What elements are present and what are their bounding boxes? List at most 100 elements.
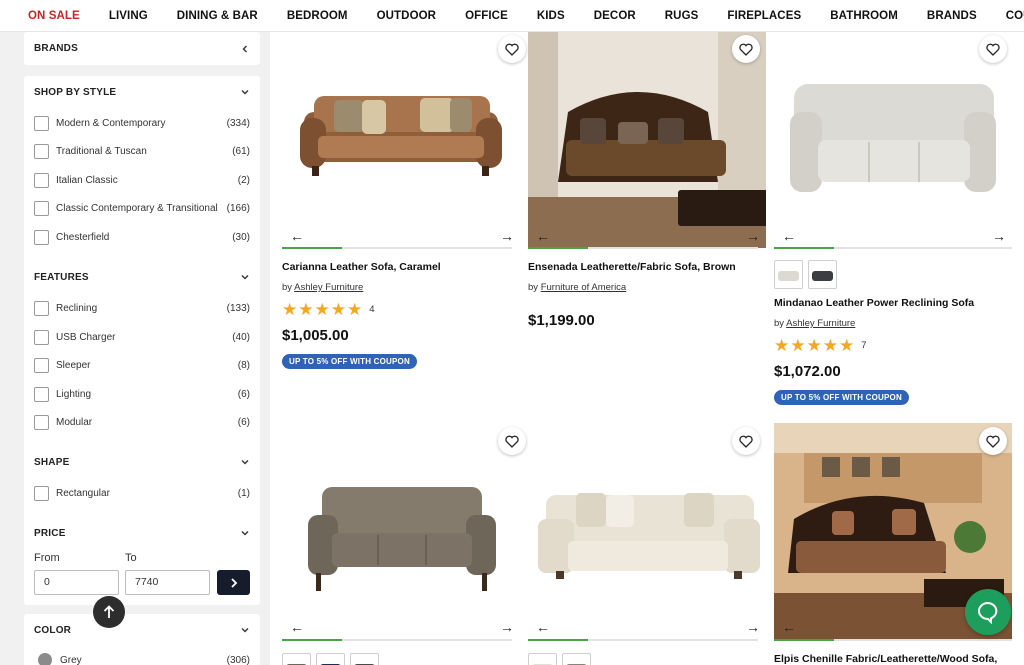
product-image[interactable] bbox=[774, 32, 1012, 248]
color-variant-thumb[interactable] bbox=[282, 653, 311, 665]
features-filter-header[interactable]: FEATURES bbox=[34, 261, 250, 293]
image-carousel-progress bbox=[528, 639, 758, 641]
rating-stars[interactable]: ★ ★ ★ ★ ★ 7 bbox=[774, 337, 867, 354]
nav-bedroom[interactable]: BEDROOM bbox=[287, 10, 348, 22]
checkbox[interactable] bbox=[34, 143, 49, 159]
features-filter-title: FEATURES bbox=[34, 271, 89, 283]
product-title[interactable]: Mindanao Leather Power Reclining Sofa bbox=[774, 297, 974, 309]
nav-kids[interactable]: KIDS bbox=[537, 10, 565, 22]
nav-living[interactable]: LIVING bbox=[109, 10, 148, 22]
favorite-button[interactable] bbox=[498, 35, 526, 63]
arrow-right-icon[interactable]: → bbox=[500, 228, 514, 244]
feature-option[interactable]: Sleeper (8) bbox=[34, 356, 250, 374]
checkbox[interactable] bbox=[34, 329, 49, 345]
price-from-input[interactable]: 0 bbox=[34, 570, 119, 595]
favorite-button[interactable] bbox=[498, 427, 526, 455]
feature-option[interactable]: Reclining (133) bbox=[34, 299, 250, 317]
arrow-right-icon[interactable]: → bbox=[746, 228, 760, 244]
checkbox[interactable] bbox=[34, 357, 49, 373]
chat-button[interactable] bbox=[965, 589, 1011, 635]
product-card[interactable]: ← → bbox=[282, 423, 526, 665]
checkbox[interactable] bbox=[34, 200, 49, 216]
favorite-button[interactable] bbox=[979, 35, 1007, 63]
product-title[interactable]: Ensenada Leatherette/Fabric Sofa, Brown bbox=[528, 261, 736, 273]
brand-link[interactable]: Furniture of America bbox=[541, 282, 627, 293]
back-to-top-button[interactable] bbox=[93, 596, 125, 628]
product-card[interactable]: ← → Carianna Leather Sofa, Caramel by As… bbox=[282, 32, 526, 412]
checkbox[interactable] bbox=[34, 229, 49, 245]
feature-option[interactable]: USB Charger (40) bbox=[34, 328, 250, 346]
product-title[interactable]: Carianna Leather Sofa, Caramel bbox=[282, 261, 441, 273]
arrow-left-icon[interactable]: ← bbox=[536, 619, 550, 635]
product-image[interactable] bbox=[282, 32, 520, 248]
checkbox[interactable] bbox=[34, 172, 49, 188]
style-option[interactable]: Classic Contemporary & Transitional (166… bbox=[34, 199, 250, 217]
feature-option[interactable]: Lighting (6) bbox=[34, 385, 250, 403]
product-image[interactable] bbox=[528, 423, 766, 639]
color-variant-thumb[interactable] bbox=[562, 653, 591, 665]
nav-fireplaces[interactable]: FIREPLACES bbox=[727, 10, 801, 22]
heart-icon bbox=[739, 435, 753, 448]
arrow-right-icon[interactable]: → bbox=[746, 619, 760, 635]
nav-decor[interactable]: DECOR bbox=[594, 10, 636, 22]
nav-on-sale[interactable]: ON SALE bbox=[28, 10, 80, 22]
product-image[interactable] bbox=[282, 423, 520, 639]
price-to-input[interactable]: 7740 bbox=[125, 570, 210, 595]
arrow-left-icon[interactable]: ← bbox=[536, 228, 550, 244]
style-option[interactable]: Italian Classic (2) bbox=[34, 171, 250, 189]
arrow-left-icon[interactable]: ← bbox=[782, 619, 796, 635]
product-card[interactable]: ← → Ensenada Leatherette/Fabric Sofa, Br… bbox=[528, 32, 766, 412]
checkbox[interactable] bbox=[34, 115, 49, 131]
arrow-up-icon bbox=[103, 605, 115, 618]
brand-link[interactable]: Ashley Furniture bbox=[294, 282, 363, 293]
nav-rugs[interactable]: RUGS bbox=[665, 10, 699, 22]
option-count: (334) bbox=[226, 117, 250, 129]
arrow-left-icon[interactable]: ← bbox=[290, 619, 304, 635]
favorite-button[interactable] bbox=[732, 427, 760, 455]
style-option[interactable]: Modern & Contemporary (334) bbox=[34, 114, 250, 132]
price-apply-button[interactable] bbox=[217, 570, 250, 595]
color-variant-thumb[interactable] bbox=[350, 653, 379, 665]
product-title[interactable]: Elpis Chenille Fabric/Leatherette/Wood S… bbox=[774, 653, 997, 665]
product-image[interactable] bbox=[528, 32, 766, 248]
checkbox[interactable] bbox=[34, 386, 49, 402]
color-variant-thumb[interactable] bbox=[528, 653, 557, 665]
brand-link[interactable]: Ashley Furniture bbox=[786, 318, 855, 329]
checkbox[interactable] bbox=[34, 485, 49, 501]
color-variant-thumb[interactable] bbox=[774, 260, 803, 289]
color-variant-thumb[interactable] bbox=[316, 653, 345, 665]
brands-filter-header[interactable]: BRANDS bbox=[34, 32, 250, 65]
checkbox[interactable] bbox=[34, 300, 49, 316]
arrow-right-icon[interactable]: → bbox=[992, 228, 1006, 244]
nav-outdoor[interactable]: OUTDOOR bbox=[377, 10, 436, 22]
color-option[interactable]: Grey (306) bbox=[38, 651, 250, 665]
feature-option[interactable]: Modular (6) bbox=[34, 413, 250, 431]
product-card[interactable]: ← → Mindanao Leather Power Reclining Sof… bbox=[774, 32, 1012, 412]
product-photo bbox=[774, 32, 1012, 248]
arrow-left-icon[interactable]: ← bbox=[782, 228, 796, 244]
arrow-left-icon[interactable]: ← bbox=[290, 228, 304, 244]
style-option[interactable]: Chesterfield (30) bbox=[34, 228, 250, 246]
style-option[interactable]: Traditional & Tuscan (61) bbox=[34, 142, 250, 160]
favorite-button[interactable] bbox=[979, 427, 1007, 455]
product-brand: by Furniture of America bbox=[528, 282, 626, 293]
rating-stars[interactable]: ★ ★ ★ ★ ★ 4 bbox=[282, 301, 375, 318]
nav-bathroom[interactable]: BATHROOM bbox=[830, 10, 898, 22]
chevron-down-icon bbox=[241, 275, 249, 280]
checkbox[interactable] bbox=[34, 414, 49, 430]
color-variant-thumb[interactable] bbox=[808, 260, 837, 289]
nav-brands[interactable]: BRANDS bbox=[927, 10, 977, 22]
price-filter-header[interactable]: PRICE bbox=[34, 517, 250, 549]
style-filter-header[interactable]: SHOP BY STYLE bbox=[34, 76, 250, 108]
nav-office[interactable]: OFFICE bbox=[465, 10, 508, 22]
arrow-right-icon[interactable]: → bbox=[500, 619, 514, 635]
nav-dining-bar[interactable]: DINING & BAR bbox=[177, 10, 258, 22]
option-count: (306) bbox=[226, 654, 250, 665]
shape-option[interactable]: Rectangular (1) bbox=[34, 484, 250, 502]
shape-filter-header[interactable]: SHAPE bbox=[34, 446, 250, 478]
product-card[interactable]: ← → bbox=[528, 423, 766, 665]
option-count: (1) bbox=[237, 487, 250, 499]
favorite-button[interactable] bbox=[732, 35, 760, 63]
nav-coupons[interactable]: COUPONS bbox=[1006, 10, 1024, 22]
color-filter-header[interactable]: COLOR bbox=[34, 614, 250, 646]
